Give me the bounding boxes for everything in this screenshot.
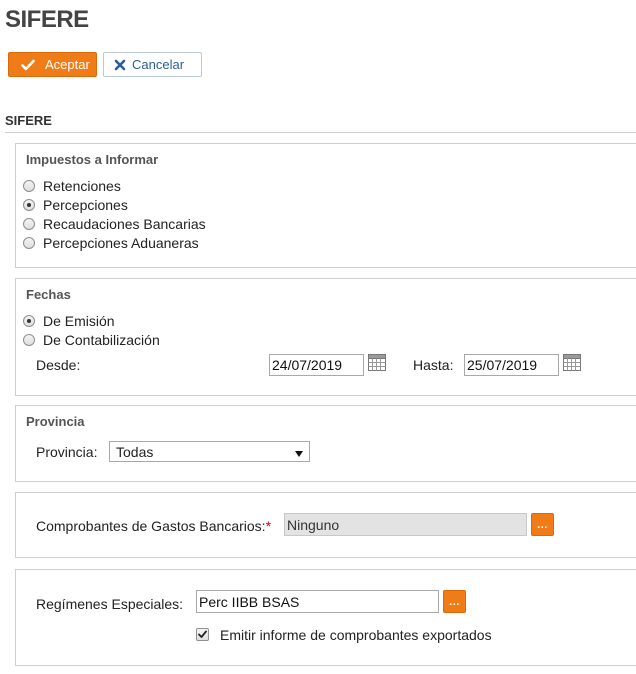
radio-percepciones[interactable]: Percepciones (23, 197, 128, 213)
radio-button[interactable] (23, 199, 35, 211)
check-icon (21, 59, 35, 71)
radio-button[interactable] (23, 237, 35, 249)
calendar-icon[interactable] (563, 354, 581, 371)
emitir-informe-checkbox[interactable] (196, 628, 209, 641)
radio-button[interactable] (23, 180, 35, 192)
provincia-legend: Provincia (26, 414, 85, 429)
hasta-label: Hasta: (413, 357, 454, 373)
gastos-label-text: Comprobantes de Gastos Bancarios: (36, 518, 266, 534)
provincia-select[interactable]: Todas (109, 441, 310, 462)
radio-label: Percepciones (43, 197, 128, 213)
provincia-label: Provincia: (36, 444, 98, 460)
required-mark: * (265, 518, 272, 534)
impuestos-fieldset: Impuestos a Informar Retenciones Percepc… (15, 143, 636, 268)
cancel-button[interactable]: Cancelar (103, 52, 202, 77)
close-icon (114, 59, 126, 71)
emitir-informe-label: Emitir informe de comprobantes exportado… (220, 627, 492, 643)
calendar-icon[interactable] (368, 354, 386, 371)
desde-label: Desde: (36, 357, 81, 373)
regimenes-input[interactable] (196, 590, 439, 613)
section-heading: SIFERE (5, 113, 52, 128)
regimenes-label: Regímenes Especiales: (36, 596, 184, 612)
gastos-fieldset: Comprobantes de Gastos Bancarios:* ... (15, 492, 636, 558)
radio-button[interactable] (23, 218, 35, 230)
accept-button[interactable]: Aceptar (8, 52, 97, 77)
provincia-fieldset: Provincia Provincia: Todas (15, 405, 636, 482)
fechas-fieldset: Fechas De Emisión De Contabilización Des… (15, 278, 636, 396)
provincia-selected-value: Todas (116, 443, 154, 460)
radio-label: Percepciones Aduaneras (43, 235, 199, 251)
radio-label: De Contabilización (43, 332, 160, 348)
accept-button-label: Aceptar (45, 57, 90, 72)
gastos-label: Comprobantes de Gastos Bancarios:* (36, 518, 271, 534)
radio-de-contabilizacion[interactable]: De Contabilización (23, 332, 160, 348)
gastos-lookup-button[interactable]: ... (531, 513, 554, 536)
radio-button[interactable] (23, 334, 35, 346)
radio-label: Retenciones (43, 178, 121, 194)
impuestos-legend: Impuestos a Informar (26, 152, 159, 167)
radio-recaudaciones-bancarias[interactable]: Recaudaciones Bancarias (23, 216, 206, 232)
section-divider (5, 132, 636, 133)
radio-retenciones[interactable]: Retenciones (23, 178, 121, 194)
caret-down-icon (295, 444, 303, 460)
radio-de-emision[interactable]: De Emisión (23, 313, 115, 329)
cancel-button-label: Cancelar (132, 57, 185, 72)
desde-date-input[interactable] (269, 354, 364, 376)
hasta-date-input[interactable] (464, 354, 559, 376)
radio-label: Recaudaciones Bancarias (43, 216, 206, 232)
radio-percepciones-aduaneras[interactable]: Percepciones Aduaneras (23, 235, 199, 251)
page-title: SIFERE (5, 6, 89, 33)
regimenes-lookup-button[interactable]: ... (443, 590, 466, 613)
fechas-legend: Fechas (26, 287, 71, 302)
radio-label: De Emisión (43, 313, 115, 329)
regimenes-fieldset: Regímenes Especiales: ... Emitir informe… (15, 569, 636, 666)
gastos-input (284, 513, 527, 536)
radio-button[interactable] (23, 315, 35, 327)
